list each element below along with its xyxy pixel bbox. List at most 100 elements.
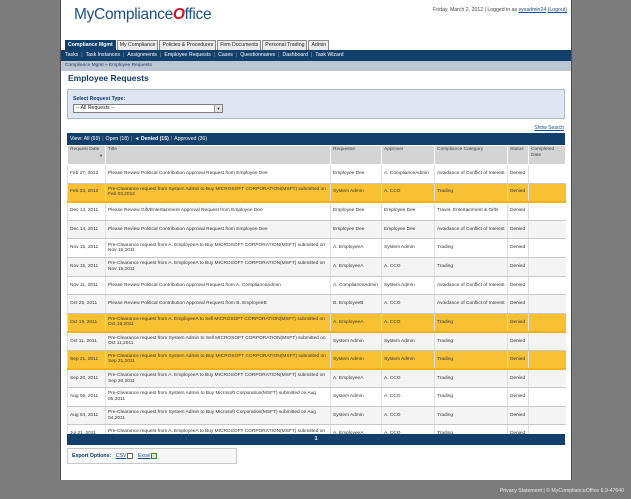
request-date-cell: Sep 20, 2011 xyxy=(67,369,106,389)
compliance-category-cell: Trading xyxy=(434,387,508,407)
request-title-cell[interactable]: Pre-Clearance request from System Admin … xyxy=(105,331,331,351)
page-title: Employee Requests xyxy=(68,73,149,83)
status-cell: Denied xyxy=(507,313,529,333)
export-excel-link[interactable]: Excel xyxy=(138,453,151,459)
view-denied-link[interactable]: ◄ Denied (15) xyxy=(134,136,169,142)
request-type-filter: Select Request Type: -- All Requests -- … xyxy=(67,89,565,119)
header: MyComplianceOffice Friday, March 2, 2012… xyxy=(61,0,571,38)
status-cell: Denied xyxy=(507,164,529,184)
table-row[interactable]: Nov 15, 2011 Pre-Clearance request from A… xyxy=(67,257,566,277)
page-1-link[interactable]: 1 xyxy=(314,436,317,442)
table-row[interactable]: Dec 14, 2011 Please Review Political Cont… xyxy=(67,220,566,240)
subnav-questionnaires[interactable]: Questionnaires xyxy=(240,52,275,58)
show-search-link[interactable]: Show Search xyxy=(534,125,564,131)
status-cell: Denied xyxy=(507,369,529,389)
request-title-cell[interactable]: Pre-Clearance request from A. EmployeeA … xyxy=(105,313,331,333)
tab-firm-documents[interactable]: Firm Documents xyxy=(217,40,262,50)
completed-date-cell xyxy=(528,238,566,258)
request-title-cell[interactable]: Pre-Clearance request from A. EmployeeA … xyxy=(105,257,331,277)
request-title-cell[interactable]: Pre-Clearance request from A. EmployeeA … xyxy=(105,238,331,258)
requests-table: Request Date ▼ Title Requestor Approver Compl… xyxy=(67,145,566,444)
approver-cell: A. CCO xyxy=(381,313,435,333)
table-row[interactable]: Aug 05, 2011 Pre-Clearance request from S… xyxy=(67,387,566,407)
column-header-title[interactable]: Title xyxy=(105,145,331,165)
request-title-cell[interactable]: Please Review Political Contribution App… xyxy=(105,220,331,240)
request-title-cell[interactable]: Pre-Clearance request from System Admin … xyxy=(105,350,331,371)
tab-compliance-mgmt[interactable]: Compliance Mgmt xyxy=(65,40,116,50)
main-tabs: Compliance Mgmt My Compliance Policies & P… xyxy=(65,40,330,50)
request-type-select[interactable]: -- All Requests -- ▼ xyxy=(73,104,223,113)
view-approved-link[interactable]: Approved (36) xyxy=(174,136,207,142)
request-date-cell: Nov 15, 2011 xyxy=(67,238,106,258)
view-all-link[interactable]: View: All (69) xyxy=(70,136,100,142)
subnav-assignments[interactable]: Assignments xyxy=(127,52,157,58)
completed-date-cell xyxy=(528,257,566,277)
view-open-link[interactable]: Open (18) xyxy=(106,136,129,142)
column-header-compliance-category[interactable]: Compliance Category xyxy=(434,145,508,165)
logout-link[interactable]: (Logout) xyxy=(548,7,567,13)
column-header-approver[interactable]: Approver xyxy=(381,145,435,165)
table-row[interactable]: Feb 03, 2012 Pre-Clearance request from S… xyxy=(67,183,566,203)
tab-my-compliance[interactable]: My Compliance xyxy=(116,40,159,50)
request-title-cell[interactable]: Please Review Political Contribution App… xyxy=(105,164,331,184)
logged-in-label: | Logged in as xyxy=(484,7,518,13)
subnav-employee-requests[interactable]: Employee Requests xyxy=(164,52,210,58)
tab-admin[interactable]: Admin xyxy=(308,40,330,50)
status-cell: Denied xyxy=(507,406,529,426)
tab-policies-procedures[interactable]: Policies & Procedures xyxy=(159,40,217,50)
table-row[interactable]: Nov 15, 2011 Pre-Clearance request from A… xyxy=(67,238,566,258)
table-row[interactable]: Sep 20, 2011 Pre-Clearance request from A… xyxy=(67,369,566,389)
table-row[interactable]: Sep 21, 2011 Pre-Clearance request from S… xyxy=(67,350,566,371)
tab-personal-trading[interactable]: Personal Trading xyxy=(262,40,308,50)
table-row[interactable]: Aug 04, 2011 Pre-Clearance request from S… xyxy=(67,406,566,426)
column-header-completed-date[interactable]: Completed Date xyxy=(528,145,566,165)
approver-cell: A. ComplianceAdmin xyxy=(381,164,435,184)
requestor-cell: System Admin xyxy=(330,387,382,407)
completed-date-cell xyxy=(528,331,566,351)
request-date-cell: Oct 19, 2011 xyxy=(67,313,106,333)
requestor-cell: Employee Dee xyxy=(330,164,382,184)
column-header-status[interactable]: Status xyxy=(507,145,529,165)
table-row[interactable]: Nov 11, 2011 Please Review Political Cont… xyxy=(67,276,566,296)
request-title-cell[interactable]: Pre-Clearance request from A. EmployeeA … xyxy=(105,369,331,389)
subnav-tasks[interactable]: Tasks xyxy=(65,52,78,58)
table-row[interactable]: Oct 25, 2011 Please Review Political Cont… xyxy=(67,294,566,314)
export-csv-link[interactable]: CSV xyxy=(116,453,127,459)
completed-date-cell xyxy=(528,164,566,184)
subnav-task-wizard[interactable]: Task Wizard xyxy=(315,52,343,58)
requestor-cell: A. EmployeeA xyxy=(330,238,382,258)
table-row[interactable]: Oct 11, 2011 Pre-Clearance request from S… xyxy=(67,331,566,351)
table-row[interactable]: Oct 19, 2011 Pre-Clearance request from A… xyxy=(67,313,566,333)
excel-file-icon[interactable] xyxy=(151,452,158,459)
completed-date-cell xyxy=(528,294,566,314)
subnav-dashboard[interactable]: Dashboard xyxy=(283,52,308,58)
requestor-cell: Employee Dee xyxy=(330,220,382,240)
table-row[interactable]: Feb 27, 2012 Please Review Political Cont… xyxy=(67,164,566,184)
username-link[interactable]: sysadmin24 xyxy=(519,7,547,13)
request-title-cell[interactable]: Please Review Gift/Entertainment Approva… xyxy=(105,201,331,221)
current-date: Friday, March 2, 2012 xyxy=(433,7,484,13)
export-options: Export Options: CSV Excel xyxy=(67,448,237,464)
request-title-cell[interactable]: Pre-Clearance request from System Admin … xyxy=(105,406,331,426)
column-header-requestor[interactable]: Requestor xyxy=(330,145,382,165)
app-frame: MyComplianceOffice Friday, March 2, 2012… xyxy=(60,0,572,480)
completed-date-cell xyxy=(528,313,566,333)
completed-date-cell xyxy=(528,406,566,426)
table-row[interactable]: Dec 14, 2011 Please Review Gift/Entertain… xyxy=(67,201,566,221)
privacy-statement-link[interactable]: Privacy Statement xyxy=(500,488,542,494)
csv-file-icon[interactable] xyxy=(127,452,134,459)
sort-desc-icon: ▼ xyxy=(99,153,103,158)
user-info: Friday, March 2, 2012 | Logged in as sys… xyxy=(433,7,567,13)
approver-cell: System Admin xyxy=(381,276,435,296)
subnav-task-instances[interactable]: Task Instances xyxy=(86,52,120,58)
approver-cell: A. CCO xyxy=(381,406,435,426)
request-title-cell[interactable]: Pre-Clearance request from System Admin … xyxy=(105,387,331,407)
request-title-cell[interactable]: Please Review Political Contribution App… xyxy=(105,276,331,296)
request-date-cell: Nov 11, 2011 xyxy=(67,276,106,296)
request-title-cell[interactable]: Please Review Political Contribution App… xyxy=(105,294,331,314)
request-title-cell[interactable]: Pre-Clearance request from System Admin … xyxy=(105,183,331,203)
compliance-category-cell: Trading xyxy=(434,238,508,258)
subnav-cases[interactable]: Cases xyxy=(218,52,233,58)
compliance-category-cell: Trading xyxy=(434,369,508,389)
column-header-request-date[interactable]: Request Date ▼ xyxy=(67,145,106,165)
